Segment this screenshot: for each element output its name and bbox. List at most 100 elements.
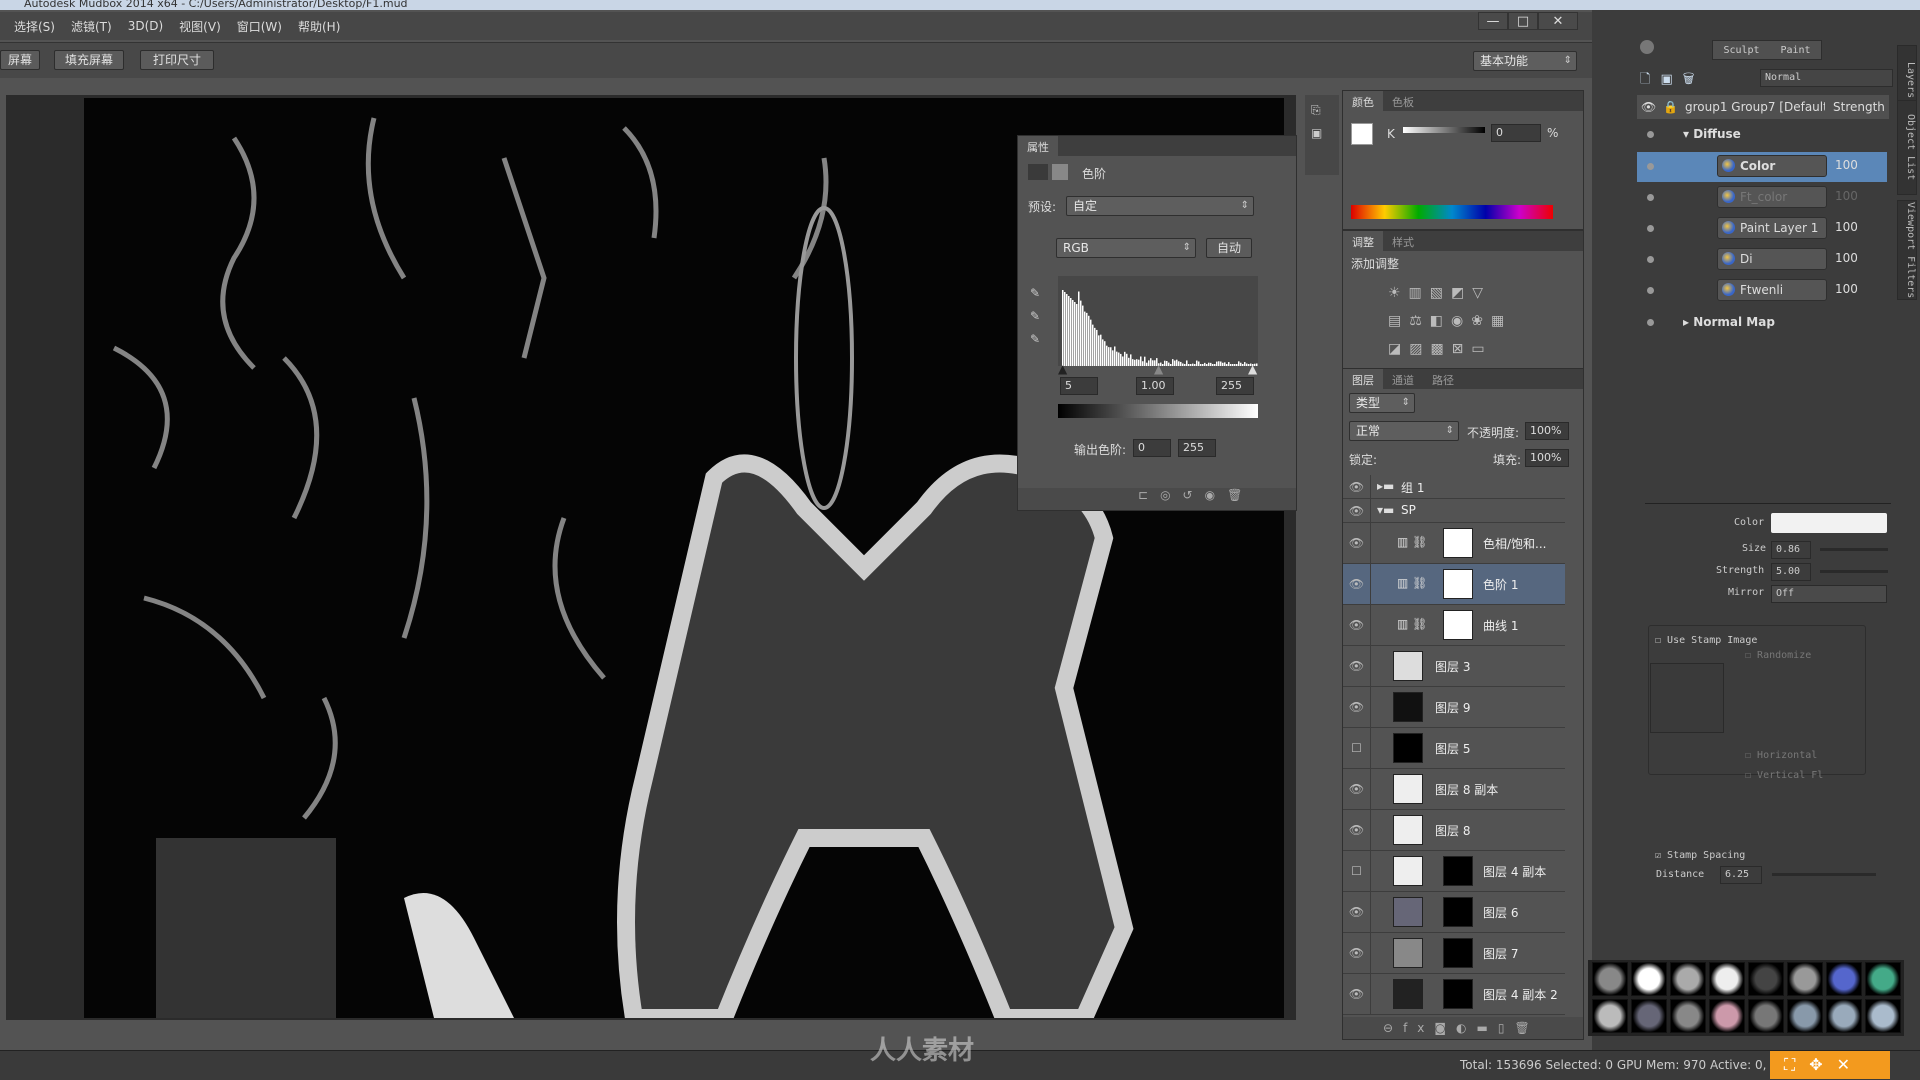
layer-row[interactable]: 👁 图层 8 副本 bbox=[1343, 769, 1565, 810]
history-icon[interactable]: ⎘ bbox=[1311, 103, 1333, 118]
eye-icon[interactable]: 👁 bbox=[1343, 475, 1371, 499]
view-previous-icon[interactable]: ◎ bbox=[1160, 488, 1182, 502]
size-field[interactable]: 0.86 bbox=[1771, 541, 1811, 559]
paint-layer-row[interactable]: Paint Layer 1 100 bbox=[1637, 214, 1887, 244]
delete-icon[interactable]: 🗑 bbox=[1683, 72, 1705, 87]
hidden-checkbox[interactable]: ☐ bbox=[1343, 728, 1371, 769]
stamp-thumbnail[interactable] bbox=[1865, 999, 1901, 1033]
sculpt-mode-button[interactable]: Sculpt bbox=[1723, 45, 1759, 56]
layer-row[interactable]: 👁 图层 9 bbox=[1343, 687, 1565, 728]
black-point-handle[interactable]: ▲ bbox=[1058, 362, 1067, 376]
layer-thumbnail[interactable] bbox=[1393, 815, 1423, 845]
layer-thumbnail[interactable] bbox=[1393, 733, 1423, 763]
output-white-field[interactable]: 255 bbox=[1178, 439, 1216, 457]
maximize-button[interactable]: □ bbox=[1508, 12, 1538, 30]
stamp-thumbnail[interactable] bbox=[1592, 962, 1628, 996]
stamp-preview[interactable] bbox=[1650, 663, 1724, 733]
mask-thumbnail[interactable] bbox=[1443, 856, 1473, 886]
add-mask-icon[interactable]: ◙ bbox=[1434, 1021, 1456, 1035]
eyedropper-white-icon[interactable]: ✎ bbox=[1030, 332, 1040, 346]
channel-select[interactable]: RGB bbox=[1056, 238, 1196, 258]
color-ramp[interactable] bbox=[1351, 205, 1553, 219]
input-gamma-field[interactable]: 1.00 bbox=[1136, 377, 1174, 395]
eyedropper-black-icon[interactable]: ✎ bbox=[1030, 286, 1040, 300]
fill-screen-button[interactable]: 填充屏幕 bbox=[54, 50, 124, 70]
shrink-icon[interactable]: ✥ bbox=[1809, 1055, 1836, 1074]
menu-window[interactable]: 窗口(W) bbox=[237, 18, 282, 35]
fullscreen-icon[interactable]: ⛶ bbox=[1784, 1055, 1809, 1074]
layer-thumbnail[interactable] bbox=[1393, 979, 1423, 1009]
fx-icon[interactable]: fx bbox=[1403, 1021, 1434, 1035]
input-black-field[interactable]: 5 bbox=[1060, 377, 1098, 395]
normal-map-group[interactable]: ▸ Normal Map bbox=[1683, 315, 1775, 329]
stamp-thumbnail[interactable] bbox=[1631, 999, 1667, 1033]
diffuse-group[interactable]: ▾ Diffuse bbox=[1683, 127, 1741, 141]
mask-thumbnail[interactable] bbox=[1443, 569, 1473, 599]
mask-thumbnail[interactable] bbox=[1443, 610, 1473, 640]
layer-thumbnail[interactable] bbox=[1393, 856, 1423, 886]
folder-icon[interactable]: ▸▬ bbox=[1377, 479, 1394, 493]
foreground-color-swatch[interactable] bbox=[1351, 123, 1373, 145]
layer-row[interactable]: 👁 图层 8 bbox=[1343, 810, 1565, 851]
tab-styles[interactable]: 样式 bbox=[1383, 231, 1423, 251]
tab-properties[interactable]: 属性 bbox=[1018, 136, 1058, 156]
horizontal-checkbox[interactable]: ☐ Horizontal bbox=[1745, 750, 1817, 761]
output-black-field[interactable]: 0 bbox=[1133, 439, 1171, 457]
gamma-handle[interactable]: ▲ bbox=[1154, 362, 1163, 376]
paint-layer-row[interactable]: Di 100 bbox=[1637, 245, 1887, 275]
tab-adjustments[interactable]: 调整 bbox=[1343, 231, 1383, 251]
layer-row[interactable]: 👁 ▥ ⛓ 曲线 1 bbox=[1343, 605, 1565, 646]
mask-thumbnail[interactable] bbox=[1443, 528, 1473, 558]
stamp-thumbnail[interactable] bbox=[1826, 962, 1862, 996]
eye-icon[interactable]: 👁 bbox=[1343, 810, 1371, 851]
close-icon[interactable]: ✕ bbox=[1837, 1055, 1864, 1074]
visibility-dot[interactable] bbox=[1647, 163, 1654, 170]
mirror-select[interactable]: Off bbox=[1771, 585, 1887, 603]
vertical-flip-checkbox[interactable]: ☐ Vertical Fl bbox=[1745, 770, 1823, 781]
menu-view[interactable]: 视图(V) bbox=[179, 18, 221, 35]
stamp-thumbnail[interactable] bbox=[1826, 999, 1862, 1033]
stamp-thumbnail[interactable] bbox=[1631, 962, 1667, 996]
tab-swatches[interactable]: 色板 bbox=[1383, 91, 1423, 111]
paint-layer-row[interactable]: Color 100 bbox=[1637, 152, 1887, 182]
tab-paths[interactable]: 路径 bbox=[1423, 369, 1463, 389]
eye-icon[interactable]: 👁 bbox=[1343, 523, 1371, 564]
paint-layer-strength[interactable]: 100 bbox=[1835, 251, 1858, 265]
paint-layer-strength[interactable]: 100 bbox=[1835, 282, 1858, 296]
stamp-thumbnail[interactable] bbox=[1787, 999, 1823, 1033]
paint-mode-button[interactable]: Paint bbox=[1780, 45, 1810, 56]
fill-field[interactable]: 100% bbox=[1525, 449, 1569, 467]
eye-icon[interactable]: 👁 bbox=[1343, 933, 1371, 974]
duplicate-layer-icon[interactable]: ▣ bbox=[1660, 72, 1682, 87]
eye-icon[interactable]: 👁 bbox=[1641, 95, 1656, 119]
stamp-thumbnail[interactable] bbox=[1709, 962, 1745, 996]
eye-icon[interactable]: 👁 bbox=[1343, 564, 1371, 605]
eye-icon[interactable]: 👁 bbox=[1343, 769, 1371, 810]
levels-icon[interactable] bbox=[1028, 164, 1048, 180]
stamp-thumbnail[interactable] bbox=[1748, 999, 1784, 1033]
trash-icon[interactable]: 🗑 bbox=[1227, 488, 1254, 502]
white-point-handle[interactable]: ▲ bbox=[1248, 362, 1257, 376]
blend-mode-select[interactable]: 正常 bbox=[1349, 421, 1459, 441]
layer-row[interactable]: 👁 ▸▬ 组 1 bbox=[1343, 475, 1565, 499]
layer-row[interactable]: ☐ 图层 5 bbox=[1343, 728, 1565, 769]
size-slider[interactable] bbox=[1820, 548, 1888, 551]
stamp-thumbnail[interactable] bbox=[1865, 962, 1901, 996]
eye-icon[interactable]: 👁 bbox=[1343, 892, 1371, 933]
layer-thumbnail[interactable] bbox=[1393, 651, 1423, 681]
layer-row[interactable]: 👁 图层 3 bbox=[1343, 646, 1565, 687]
layer-filter-select[interactable]: 类型 bbox=[1349, 393, 1415, 413]
tab-channels[interactable]: 通道 bbox=[1383, 369, 1423, 389]
delete-layer-icon[interactable]: 🗑 bbox=[1514, 1021, 1539, 1035]
layer-row[interactable]: 👁 图层 7 bbox=[1343, 933, 1565, 974]
mudbox-blend-select[interactable]: Normal bbox=[1760, 69, 1893, 87]
eye-icon[interactable]: 👁 bbox=[1343, 499, 1371, 523]
layer-thumbnail[interactable] bbox=[1393, 897, 1423, 927]
stamp-thumbnail[interactable] bbox=[1670, 999, 1706, 1033]
visibility-icon[interactable]: ◉ bbox=[1205, 488, 1227, 502]
paint-layer-row[interactable]: Ft_color 100 bbox=[1637, 183, 1887, 213]
paint-layer-strength[interactable]: 100 bbox=[1835, 158, 1858, 172]
eye-icon[interactable]: 👁 bbox=[1343, 687, 1371, 728]
screen-button[interactable]: 屏幕 bbox=[0, 50, 40, 70]
menu-help[interactable]: 帮助(H) bbox=[298, 18, 340, 35]
